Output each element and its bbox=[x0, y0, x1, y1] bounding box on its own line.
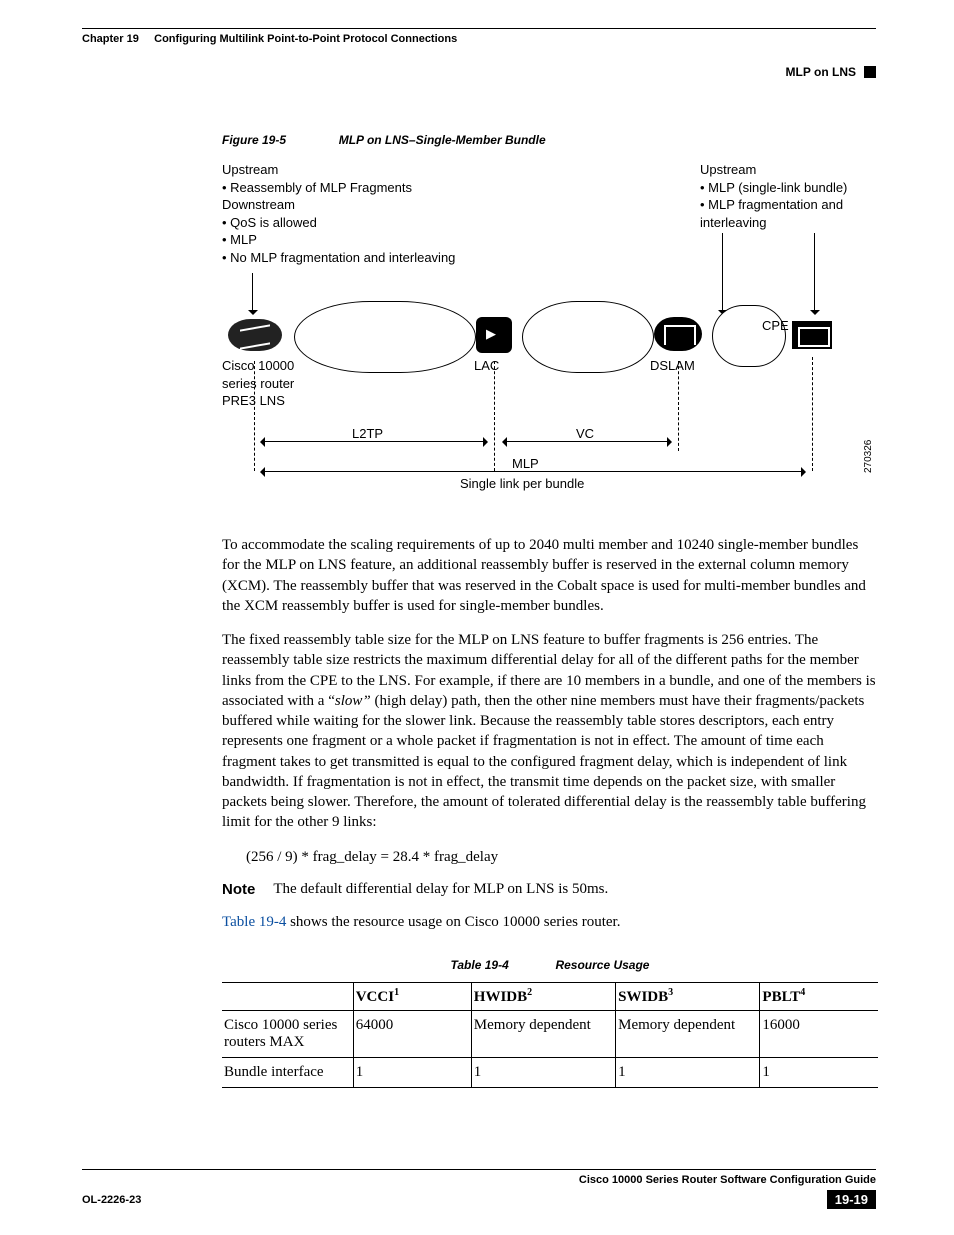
note-block: Note The default differential delay for … bbox=[222, 881, 878, 898]
upstream-right-item: MLP (single-link bundle) bbox=[700, 179, 878, 197]
chapter-title: Configuring Multilink Point-to-Point Pro… bbox=[154, 33, 457, 45]
cloud-icon bbox=[522, 301, 654, 373]
dslam-icon bbox=[654, 317, 702, 351]
arrow-down-icon bbox=[252, 273, 253, 313]
th-pblt: PBLT4 bbox=[760, 983, 878, 1011]
table-row: Bundle interface 1 1 1 1 bbox=[222, 1058, 878, 1088]
section-name: MLP on LNS bbox=[786, 65, 856, 79]
upstream-item: Reassembly of MLP Fragments bbox=[222, 179, 455, 197]
table-header-row: VCCI1 HWIDB2 SWIDB3 PBLT4 bbox=[222, 983, 878, 1011]
dashed-line bbox=[254, 361, 255, 471]
vc-label: VC bbox=[576, 425, 594, 443]
formula: (256 / 9) * frag_delay = 28.4 * frag_del… bbox=[246, 847, 878, 867]
slpb-label: Single link per bundle bbox=[460, 475, 584, 493]
figure-diagram: Upstream Reassembly of MLP Fragments Dow… bbox=[222, 161, 878, 521]
table-title: Resource Usage bbox=[555, 958, 649, 972]
table-row: Cisco 10000 series routers MAX 64000 Mem… bbox=[222, 1011, 878, 1058]
footer-guide-title: Cisco 10000 Series Router Software Confi… bbox=[579, 1174, 876, 1186]
cpe-icon bbox=[792, 321, 832, 349]
paragraph-2: The fixed reassembly table size for the … bbox=[222, 630, 878, 833]
l2tp-label: L2TP bbox=[352, 425, 383, 443]
resource-usage-table: VCCI1 HWIDB2 SWIDB3 PBLT4 Cisco 10000 se… bbox=[222, 982, 878, 1088]
note-text: The default differential delay for MLP o… bbox=[273, 881, 608, 898]
router-icon bbox=[228, 319, 282, 351]
header-left: Chapter 19 Configuring Multilink Point-t… bbox=[82, 29, 876, 47]
lac-icon bbox=[476, 317, 512, 353]
page-number: 19-19 bbox=[827, 1190, 876, 1209]
dashed-line bbox=[678, 361, 679, 451]
mlp-label: MLP bbox=[512, 455, 539, 473]
page-footer: Cisco 10000 Series Router Software Confi… bbox=[82, 1169, 876, 1209]
figure-title: MLP on LNS–Single-Member Bundle bbox=[339, 133, 546, 147]
th-hwidb: HWIDB2 bbox=[471, 983, 615, 1011]
cpe-label: CPE bbox=[762, 317, 789, 335]
arrow-down-icon bbox=[722, 233, 723, 313]
downstream-heading: Downstream bbox=[222, 196, 455, 214]
figure-label: Figure 19-5 bbox=[222, 133, 286, 147]
note-label: Note bbox=[222, 881, 255, 898]
table-crossref-link[interactable]: Table 19-4 bbox=[222, 914, 286, 930]
upstream-right-item: MLP fragmentation and interleaving bbox=[700, 196, 878, 231]
th-vcci: VCCI1 bbox=[353, 983, 471, 1011]
downstream-item: No MLP fragmentation and interleaving bbox=[222, 249, 455, 267]
upstream-heading-right: Upstream bbox=[700, 161, 878, 179]
figure-refnum: 270326 bbox=[862, 440, 876, 473]
th-blank bbox=[222, 983, 353, 1011]
router-label: Cisco 10000 series router PRE3 LNS bbox=[222, 357, 322, 410]
header-marker-icon bbox=[864, 66, 876, 78]
table-label: Table 19-4 bbox=[451, 958, 509, 972]
header-right: MLP on LNS bbox=[82, 65, 876, 79]
chapter-number: Chapter 19 bbox=[82, 33, 139, 45]
arrow-down-icon bbox=[814, 233, 815, 313]
figure-caption: Figure 19-5 MLP on LNS–Single-Member Bun… bbox=[222, 133, 878, 147]
footer-docnum: OL-2226-23 bbox=[82, 1194, 141, 1206]
downstream-item: QoS is allowed bbox=[222, 214, 455, 232]
th-swidb: SWIDB3 bbox=[616, 983, 760, 1011]
dashed-line bbox=[812, 357, 813, 471]
paragraph-3: Table 19-4 shows the resource usage on C… bbox=[222, 912, 878, 932]
downstream-item: MLP bbox=[222, 231, 455, 249]
table-caption: Table 19-4 Resource Usage bbox=[222, 958, 878, 972]
cloud-icon bbox=[712, 305, 786, 367]
dslam-label: DSLAM bbox=[650, 357, 695, 375]
paragraph-1: To accommodate the scaling requirements … bbox=[222, 535, 878, 616]
upstream-heading-left: Upstream bbox=[222, 161, 455, 179]
dashed-line bbox=[494, 361, 495, 471]
lac-label: LAC bbox=[474, 357, 499, 375]
